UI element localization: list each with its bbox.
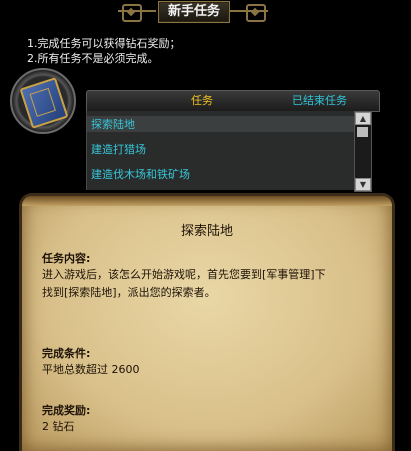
title-ornament-right [246, 4, 266, 22]
rule-2: 2.所有任务不是必须完成。 [27, 52, 159, 65]
task-detail-title: 探索陆地 [180, 224, 233, 239]
title-ornament-left [122, 4, 142, 22]
tab-bar: 任务 已结束任务 [86, 90, 380, 112]
book-cover [19, 77, 69, 129]
title-bar: 新手任务 [118, 0, 268, 24]
task-book-icon [10, 68, 76, 134]
task-item-lumber-iron[interactable]: 建造伐木场和铁矿场 [91, 166, 190, 182]
task-list: 探索陆地 建造打猎场 建造伐木场和铁矿场 [86, 111, 355, 190]
content-text-line1: 进入游戏后，该怎么开始游戏呢，首先您要到[军事管理]下 [42, 268, 326, 281]
content-text-line2: 找到[探索陆地]，派出您的探索者。 [42, 286, 216, 299]
task-item-hunting-ground[interactable]: 建造打猎场 [91, 141, 146, 157]
arrow-up-icon[interactable]: ▲ [355, 112, 371, 125]
reward-text: 2 钻石 [42, 420, 75, 433]
rules-text: 1.完成任务可以获得钻石奖励； 2.所有任务不是必须完成。 [27, 36, 181, 66]
task-detail-panel: 探索陆地 任务内容: 进入游戏后，该怎么开始游戏呢，首先您要到[军事管理]下 找… [22, 196, 392, 451]
condition-text: 平地总数超过 2600 [42, 363, 140, 376]
tab-ended-tasks[interactable]: 已结束任务 [292, 91, 347, 111]
window-title: 新手任务 [158, 1, 230, 23]
tab-tasks[interactable]: 任务 [191, 91, 213, 111]
scroll-thumb[interactable] [357, 127, 368, 137]
condition-heading: 完成条件: [42, 347, 91, 360]
content-heading: 任务内容: [42, 252, 91, 265]
task-list-scrollbar[interactable]: ▲ ▼ [354, 111, 372, 192]
task-item-explore-land[interactable]: 探索陆地 [87, 116, 355, 132]
reward-heading: 完成奖励: [42, 404, 91, 417]
rule-1: 1.完成任务可以获得钻石奖励； [27, 37, 181, 50]
arrow-down-icon[interactable]: ▼ [355, 178, 371, 191]
